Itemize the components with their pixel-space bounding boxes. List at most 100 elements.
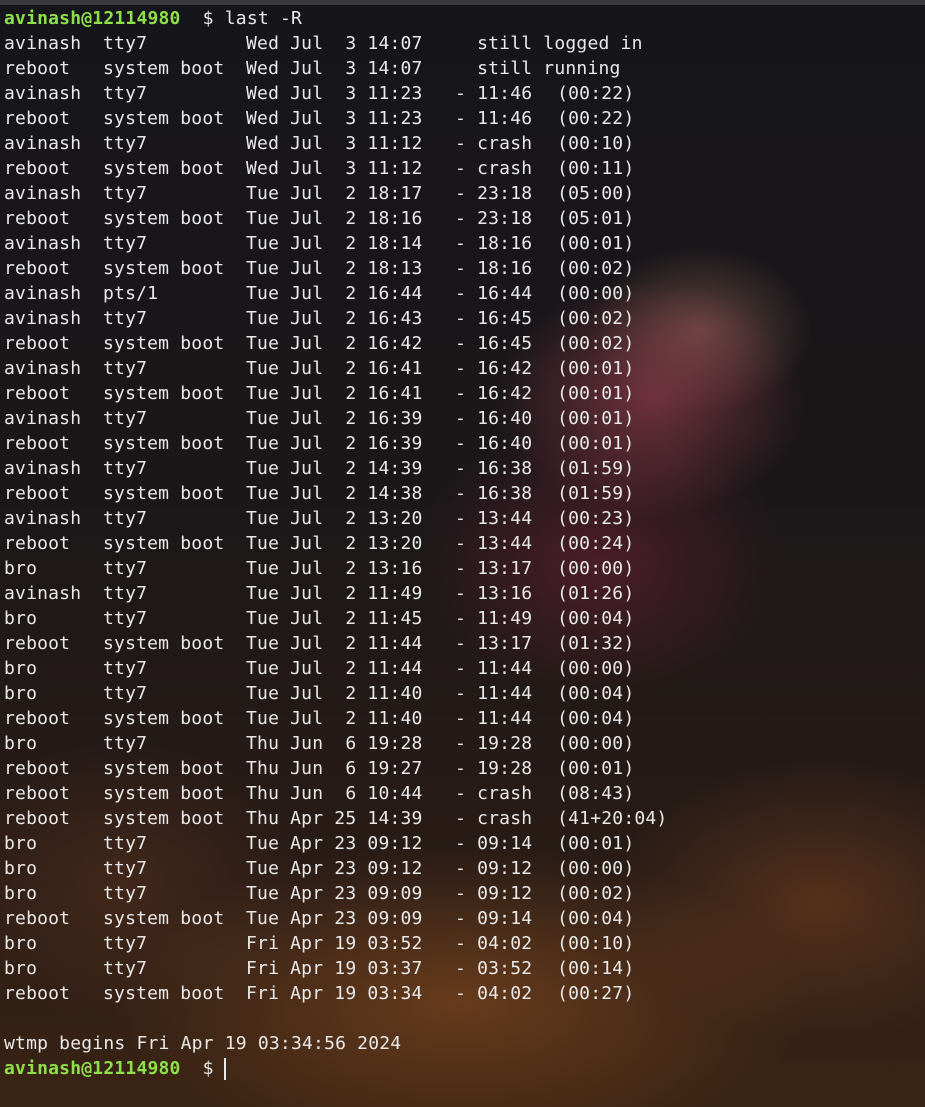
session-tty: system boot [103,633,225,654]
session-duration: (00:00) [557,858,635,879]
text-cursor [223,1058,226,1080]
session-tty: tty7 [103,583,148,604]
session-user: reboot [4,708,71,729]
session-tty: tty7 [103,883,148,904]
session-row: avinash tty7 Tue Jul 2 16:43 - 16:45 (00:02) [4,306,925,331]
session-separator: - [455,833,467,854]
session-login-time: Tue Jul 2 13:20 [246,533,423,554]
session-user: avinash [4,283,82,304]
session-duration: (08:43) [557,783,635,804]
session-duration: (01:59) [557,483,635,504]
session-tty: tty7 [103,608,148,629]
session-user: avinash [4,358,82,379]
session-row: reboot system boot Thu Jun 6 10:44 - crash (… [4,781,925,806]
session-user: bro [4,608,38,629]
session-separator: - [455,883,467,904]
session-duration: (00:04) [557,608,635,629]
session-tty: tty7 [103,958,148,979]
session-row: reboot system boot Fri Apr 19 03:34 - 04:02… [4,981,925,1006]
session-user: bro [4,958,38,979]
session-logout-time: crash [477,808,533,829]
session-separator: - [455,983,467,1004]
session-duration: (05:00) [557,183,635,204]
session-tty: tty7 [103,83,148,104]
session-row: reboot system boot Tue Jul 2 16:42 - 16:45 (… [4,331,925,356]
session-tty: tty7 [103,933,148,954]
session-tty: tty7 [103,833,148,854]
session-row: reboot system boot Thu Jun 6 19:27 - 19:28 (… [4,756,925,781]
session-separator: - [455,333,467,354]
session-duration: (00:04) [557,908,635,929]
session-separator: - [455,858,467,879]
session-tty: tty7 [103,183,148,204]
session-logout-time: 16:42 [477,358,533,379]
session-login-time: Fri Apr 19 03:52 [246,933,423,954]
session-user: avinash [4,583,82,604]
session-separator: - [455,483,467,504]
session-separator: - [455,733,467,754]
session-login-time: Wed Jul 3 14:07 [246,58,423,79]
session-row: reboot system boot Tue Jul 2 11:40 - 11:44 (… [4,706,925,731]
session-login-time: Tue Jul 2 11:40 [246,708,423,729]
session-duration: (00:01) [557,358,635,379]
session-list: avinash tty7 Wed Jul 3 14:07 still logged … [4,31,925,1006]
session-login-time: Tue Jul 2 14:39 [246,458,423,479]
session-duration: (00:01) [557,383,635,404]
session-separator: - [455,258,467,279]
terminal-output[interactable]: avinash@12114980 $ last -R avinash tty7 We… [4,6,925,1081]
session-tty: tty7 [103,33,148,54]
session-user: reboot [4,258,71,279]
session-separator: - [455,383,467,404]
session-duration: (00:00) [557,558,635,579]
session-login-time: Tue Jul 2 13:16 [246,558,423,579]
session-row: reboot system boot Tue Jul 2 14:38 - 16:38 (… [4,481,925,506]
session-tty: system boot [103,483,225,504]
session-tty: tty7 [103,308,148,329]
session-separator: - [455,933,467,954]
session-separator: - [455,508,467,529]
session-user: avinash [4,308,82,329]
wtmp-footer: wtmp begins Fri Apr 19 03:34:56 2024 [4,1033,402,1054]
session-duration: (00:02) [557,308,635,329]
session-separator: - [455,233,467,254]
session-row: avinash tty7 Tue Jul 2 18:14 - 18:16 (00:01) [4,231,925,256]
session-row: reboot system boot Thu Apr 25 14:39 - crash… [4,806,925,831]
session-duration: (00:04) [557,708,635,729]
session-separator: - [455,758,467,779]
session-user: bro [4,883,38,904]
command-text: last -R [224,8,303,29]
session-logout-time: 13:44 [477,533,533,554]
session-duration: (00:10) [557,133,635,154]
session-login-time: Tue Jul 2 11:45 [246,608,423,629]
session-row: bro tty7 Tue Jul 2 13:16 - 13:17 (00:00) [4,556,925,581]
session-tty: tty7 [103,508,148,529]
session-login-time: Tue Apr 23 09:12 [246,858,423,879]
session-login-time: Tue Jul 2 18:16 [246,208,423,229]
session-user: reboot [4,633,71,654]
active-prompt-line[interactable]: avinash@12114980 $ [4,1056,925,1081]
session-user: avinash [4,458,82,479]
session-row: bro tty7 Tue Apr 23 09:12 - 09:12 (00:00) [4,856,925,881]
session-row: reboot system boot Tue Jul 2 11:44 - 13:17 (… [4,631,925,656]
session-user: bro [4,658,38,679]
session-duration: (01:59) [557,458,635,479]
session-tty: tty7 [103,658,148,679]
session-duration: (00:01) [557,758,635,779]
session-logout-time: 13:44 [477,508,533,529]
session-separator: - [455,708,467,729]
session-login-time: Tue Jul 2 18:14 [246,233,423,254]
session-logout-time: 18:16 [477,258,533,279]
session-row: reboot system boot Wed Jul 3 14:07 still r… [4,56,925,81]
session-separator: - [455,158,467,179]
session-logout-time: 19:28 [477,758,533,779]
command-line: avinash@12114980 $ last -R [4,6,925,31]
session-logout-time: 09:12 [477,858,533,879]
session-login-time: Tue Jul 2 13:20 [246,508,423,529]
session-duration: (00:00) [557,733,635,754]
session-duration: (00:22) [557,108,635,129]
session-separator: - [455,208,467,229]
session-status: still logged in [477,33,643,54]
session-user: reboot [4,533,71,554]
session-logout-time: 09:14 [477,908,533,929]
session-duration: (00:01) [557,233,635,254]
